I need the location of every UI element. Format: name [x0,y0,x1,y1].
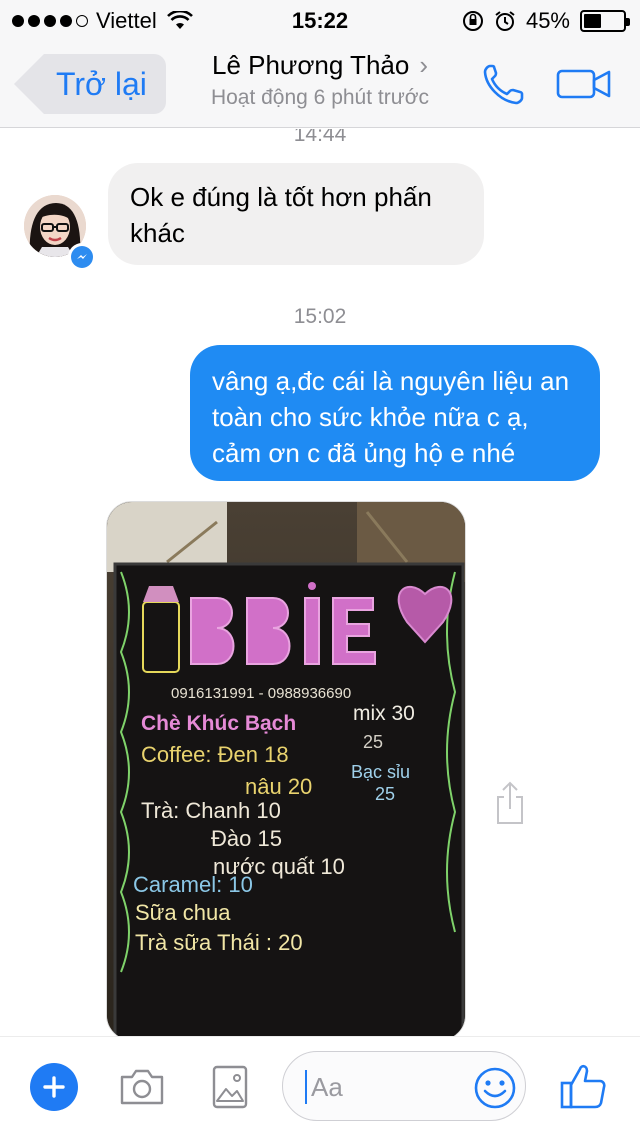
contact-activity-status: Hoạt động 6 phút trước [210,86,430,109]
svg-text:Coffee: Đen 18: Coffee: Đen 18 [141,742,289,767]
svg-text:25: 25 [363,732,383,752]
orientation-lock-icon [462,11,483,31]
svg-text:25: 25 [375,784,395,804]
message-input[interactable]: Aa [282,1051,526,1121]
svg-text:Sữa chua: Sữa chua [135,900,231,925]
chevron-right-icon: › [419,50,428,80]
timestamp: 14:44 [293,129,347,146]
svg-text:Trà sữa Thái : 20: Trà sữa Thái : 20 [135,930,303,955]
message-composer: Aa [0,1036,640,1136]
timestamp: 15:02 [293,305,347,328]
svg-text:Trà: Chanh 10: Trà: Chanh 10 [141,798,281,823]
status-right: 45% [462,8,630,34]
share-icon[interactable] [494,781,526,825]
outgoing-message[interactable]: vâng ạ,đc cái là nguyên liệu an toàn cho… [190,345,600,481]
messenger-icon [68,243,96,271]
contact-name: Lê Phương Thảo [211,50,410,80]
thumbs-up-icon[interactable] [560,1061,606,1111]
message-placeholder: Aa [311,1072,343,1102]
status-bar: Viettel 15:22 45% [0,0,640,40]
conversation-header: Trở lại Lê Phương Thảo › Hoạt động 6 phút… [0,40,640,128]
battery-icon [580,10,630,32]
image-icon[interactable] [212,1065,248,1109]
svg-text:mix 30: mix 30 [353,702,415,725]
svg-text:nâu 20: nâu 20 [245,774,312,799]
svg-text:Caramel: 10: Caramel: 10 [133,872,253,897]
battery-percent: 45% [525,8,570,33]
smiley-icon[interactable] [473,1066,517,1110]
plus-icon[interactable] [30,1063,78,1111]
alarm-icon [495,11,515,31]
svg-text:0916131991 - 0988936690: 0916131991 - 0988936690 [171,685,351,702]
text-cursor [305,1070,307,1104]
incoming-message[interactable]: Ok e đúng là tốt hơn phấn khác [108,163,484,265]
camera-icon[interactable] [118,1067,166,1107]
svg-text:Bạc sỉu: Bạc sỉu [351,762,410,782]
svg-text:Đào 15: Đào 15 [211,826,282,851]
phone-icon[interactable] [480,60,528,108]
video-camera-icon[interactable] [556,68,612,100]
contact-name-button[interactable]: Lê Phương Thảo › [0,50,640,81]
chalkboard-menu-photo: 0916131991 - 0988936690 Chè Khúc Bạch mi… [107,502,465,1036]
photo-message[interactable]: 0916131991 - 0988936690 Chè Khúc Bạch mi… [106,501,466,1036]
svg-text:Chè Khúc Bạch: Chè Khúc Bạch [141,712,296,735]
message-list[interactable]: 14:44 Ok e đúng là tốt hơn phấn khác 15:… [0,129,640,1036]
